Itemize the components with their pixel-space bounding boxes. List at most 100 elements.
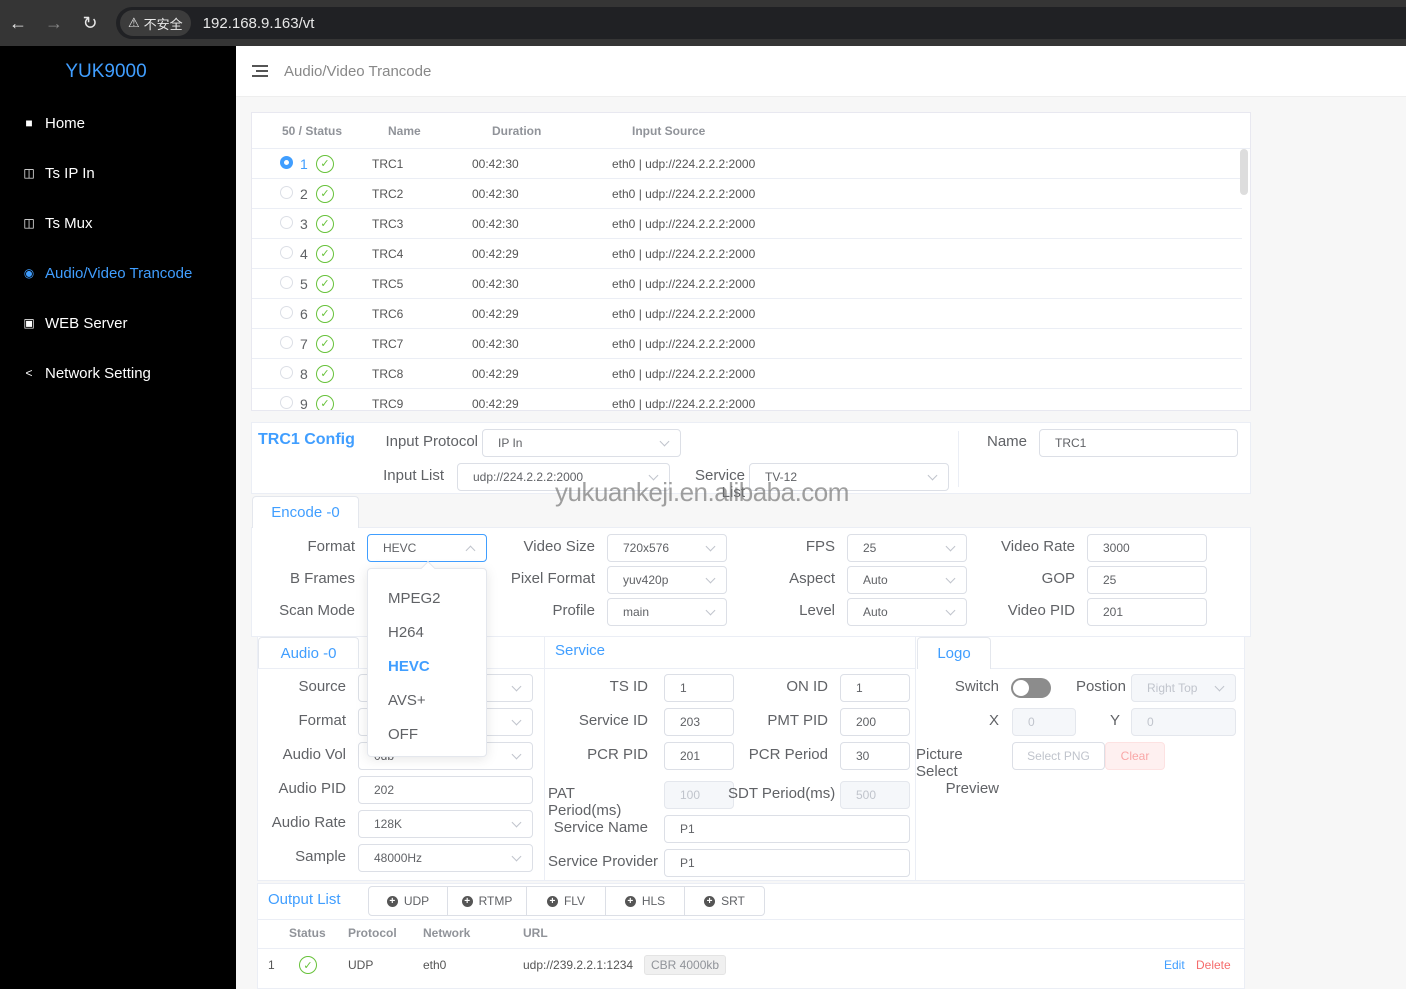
notebook-icon: ◫ — [23, 216, 35, 230]
add-hls-button[interactable]: + HLS — [606, 887, 685, 915]
ts-id-input[interactable]: 1 — [664, 674, 734, 702]
table-header: 50 / Status Name Duration Input Source — [252, 113, 1250, 149]
format-option-hevc[interactable]: HEVC — [368, 649, 486, 683]
service-name-label: Service Name — [553, 819, 648, 836]
pmt-pid-input[interactable]: 200 — [840, 708, 910, 736]
tab-service[interactable]: Service — [555, 642, 605, 659]
logo-switch-toggle[interactable] — [1011, 678, 1051, 698]
table-scrollbar[interactable] — [1240, 149, 1248, 195]
add-flv-button[interactable]: + FLV — [527, 887, 606, 915]
format-dropdown-menu: MPEG2 H264 HEVC AVS+ OFF — [367, 560, 487, 757]
sample-select[interactable]: 48000Hz — [358, 844, 533, 872]
table-row[interactable]: 6 ✓ TRC6 00:42:29 eth0 | udp://224.2.2.2:200… — [252, 299, 1242, 329]
aspect-select[interactable]: Auto — [847, 566, 967, 594]
service-name-input[interactable]: P1 — [664, 815, 910, 843]
chevron-down-icon — [511, 749, 522, 760]
level-select[interactable]: Auto — [847, 598, 967, 626]
logo-position-select[interactable]: Right Top — [1131, 674, 1236, 702]
table-row[interactable]: 2 ✓ TRC2 00:42:30 eth0 | udp://224.2.2.2:200… — [252, 179, 1242, 209]
add-rtmp-label: RTMP — [478, 894, 513, 908]
input-protocol-select[interactable]: IP In — [482, 429, 681, 457]
service-provider-label: Service Provider — [548, 853, 659, 870]
pcr-pid-input[interactable]: 201 — [664, 742, 734, 770]
pixel-format-select[interactable]: yuv420p — [607, 566, 727, 594]
row-index: 3 — [300, 215, 308, 232]
add-srt-button[interactable]: + SRT — [685, 887, 764, 915]
app-logo: YUK9000 — [65, 61, 147, 82]
sidebar-item-ts-ip-in[interactable]: ◫ Ts IP In — [0, 148, 236, 198]
format-option-off[interactable]: OFF — [368, 717, 486, 751]
add-udp-button[interactable]: + UDP — [369, 887, 448, 915]
tab-logo[interactable]: Logo — [917, 637, 991, 669]
chevron-down-icon — [511, 817, 522, 828]
sidebar-item-av-trancode[interactable]: ◉ Audio/Video Trancode — [0, 248, 236, 298]
forward-button[interactable]: → — [36, 0, 72, 46]
audio-rate-select[interactable]: 128K — [358, 810, 533, 838]
pcr-period-input[interactable]: 30 — [840, 742, 910, 770]
sidebar-item-web-server[interactable]: ▣ WEB Server — [0, 298, 236, 348]
sidebar-item-network-setting[interactable]: < Network Setting — [0, 348, 236, 398]
scan-mode-label: Scan Mode — [279, 602, 355, 619]
ts-id-value: 1 — [680, 681, 687, 695]
profile-select[interactable]: main — [607, 598, 727, 626]
back-button[interactable]: ← — [0, 0, 36, 46]
col-status: 50 / Status — [282, 123, 343, 138]
table-row[interactable]: 8 ✓ TRC8 00:42:29 eth0 | udp://224.2.2.2:200… — [252, 359, 1242, 389]
video-pid-input[interactable]: 201 — [1087, 598, 1207, 626]
table-row[interactable]: 5 ✓ TRC5 00:42:30 eth0 | udp://224.2.2.2:200… — [252, 269, 1242, 299]
table-row[interactable]: 7 ✓ TRC7 00:42:30 eth0 | udp://224.2.2.2:200… — [252, 329, 1242, 359]
service-provider-value: P1 — [680, 856, 695, 870]
table-row[interactable]: 3 ✓ TRC3 00:42:30 eth0 | udp://224.2.2.2:200… — [252, 209, 1242, 239]
logo-x-input[interactable]: 0 — [1012, 708, 1076, 736]
chevron-down-icon — [659, 436, 670, 447]
address-bar[interactable]: ⚠ 不安全 192.168.9.163/vt — [116, 7, 1406, 39]
fps-select[interactable]: 25 — [847, 534, 967, 562]
pcr-pid-label: PCR PID — [587, 746, 648, 763]
name-input[interactable]: TRC1 — [1039, 429, 1238, 457]
chevron-down-icon — [945, 605, 956, 616]
tab-encode[interactable]: Encode -0 — [252, 496, 359, 528]
delete-link[interactable]: Delete — [1196, 958, 1231, 972]
tab-audio[interactable]: Audio -0 — [258, 637, 359, 669]
on-id-input[interactable]: 1 — [840, 674, 910, 702]
divider — [257, 919, 1245, 920]
service-provider-input[interactable]: P1 — [664, 849, 910, 877]
format-option-mpeg2[interactable]: MPEG2 — [368, 581, 486, 615]
table-row[interactable]: 1 ✓ TRC1 00:42:30 eth0 | udp://224.2.2.2:200… — [252, 149, 1242, 179]
sidebar-item-ts-mux[interactable]: ◫ Ts Mux — [0, 198, 236, 248]
video-rate-input[interactable]: 3000 — [1087, 534, 1207, 562]
table-row[interactable]: 9 ✓ TRC9 00:42:29 eth0 | udp://224.2.2.2:200… — [252, 389, 1242, 410]
col-input-source: Input Source — [632, 123, 706, 138]
format-select[interactable]: HEVC — [367, 534, 487, 562]
divider — [257, 948, 1245, 949]
sidebar-item-home[interactable]: ■ Home — [0, 98, 236, 148]
pat-period-input[interactable]: 100 — [664, 781, 734, 809]
clear-button[interactable]: Clear — [1105, 742, 1165, 770]
profile-value: main — [623, 605, 650, 619]
add-rtmp-button[interactable]: + RTMP — [448, 887, 527, 915]
gop-input[interactable]: 25 — [1087, 566, 1207, 594]
security-badge[interactable]: ⚠ 不安全 — [120, 10, 191, 36]
success-check-icon: ✓ — [316, 304, 334, 323]
sdt-period-input[interactable]: 500 — [840, 781, 910, 809]
table-row[interactable]: 4 ✓ TRC4 00:42:29 eth0 | udp://224.2.2.2:200… — [252, 239, 1242, 269]
audio-rate-value: 128K — [374, 817, 403, 831]
video-size-select[interactable]: 720x576 — [607, 534, 727, 562]
chevron-up-icon — [465, 545, 476, 556]
reload-button[interactable]: ↻ — [72, 0, 108, 46]
logo-y-input[interactable]: 0 — [1131, 708, 1236, 736]
menu-toggle-icon[interactable] — [252, 65, 268, 77]
ts-id-label: TS ID — [609, 678, 648, 695]
row-radio-cell — [252, 245, 293, 262]
chevron-down-icon — [945, 541, 956, 552]
select-png-button[interactable]: Select PNG — [1012, 742, 1105, 770]
format-option-h264[interactable]: H264 — [368, 615, 486, 649]
row-name: TRC4 — [372, 246, 404, 261]
format-option-avs-plus[interactable]: AVS+ — [368, 683, 486, 717]
service-id-input[interactable]: 203 — [664, 708, 734, 736]
edit-link[interactable]: Edit — [1164, 958, 1185, 972]
audio-pid-input[interactable]: 202 — [358, 776, 533, 804]
row-name: TRC5 — [372, 276, 404, 291]
row-index: 1 — [300, 155, 308, 172]
url-text[interactable]: 192.168.9.163/vt — [203, 15, 315, 32]
